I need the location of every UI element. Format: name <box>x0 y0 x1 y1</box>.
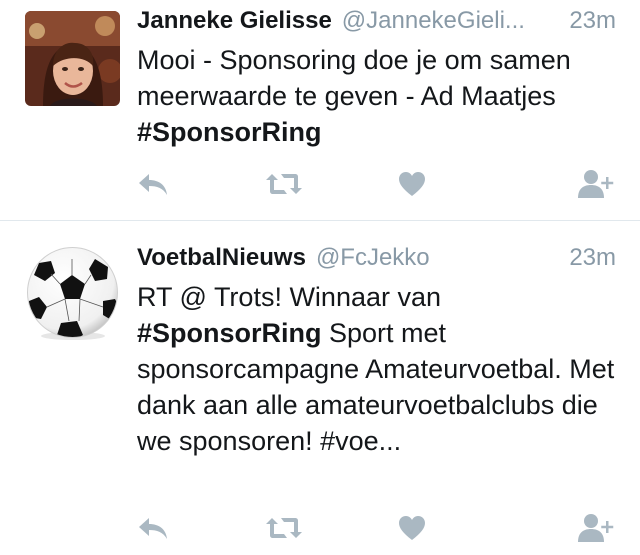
tweet-text-segment: RT @ Trots! Winnaar van <box>137 282 442 312</box>
follow-button[interactable] <box>574 508 618 548</box>
like-button[interactable] <box>390 164 434 204</box>
reply-icon <box>137 515 169 541</box>
tweet-actions <box>0 508 640 548</box>
avatar[interactable] <box>25 11 120 106</box>
hashtag-link[interactable]: #SponsorRing <box>137 117 322 147</box>
username[interactable]: @FcJekko <box>316 244 561 272</box>
tweet-actions <box>0 164 640 204</box>
tweet-text: Mooi - Sponsoring doe je om samen meerwa… <box>137 42 620 150</box>
tweet-header: VoetbalNieuws @FcJekko 23m <box>137 241 616 275</box>
hashtag-link[interactable]: #SponsorRing <box>137 318 322 348</box>
like-button[interactable] <box>390 508 434 548</box>
tweet-text: RT @ Trots! Winnaar van #SponsorRing Spo… <box>137 279 620 459</box>
retweet-button[interactable] <box>262 164 306 204</box>
retweet-button[interactable] <box>262 508 306 548</box>
timestamp[interactable]: 23m <box>569 244 616 272</box>
reply-button[interactable] <box>131 164 175 204</box>
follow-button[interactable] <box>574 164 618 204</box>
retweet-icon <box>265 172 303 196</box>
display-name[interactable]: Janneke Gielisse <box>137 7 332 35</box>
avatar[interactable] <box>25 245 120 340</box>
reply-icon <box>137 171 169 197</box>
heart-icon <box>398 171 426 197</box>
retweet-icon <box>265 516 303 540</box>
display-name[interactable]: VoetbalNieuws <box>137 244 306 272</box>
tweet-text-segment: Mooi - Sponsoring doe je om samen meerwa… <box>137 45 571 111</box>
follow-icon <box>578 169 614 199</box>
follow-icon <box>578 513 614 543</box>
reply-button[interactable] <box>131 508 175 548</box>
tweet[interactable]: Janneke Gielisse @JannekeGieli... 23m Mo… <box>0 0 640 220</box>
tweet-header: Janneke Gielisse @JannekeGieli... 23m <box>137 4 616 38</box>
timestamp[interactable]: 23m <box>569 7 616 35</box>
tweet[interactable]: VoetbalNieuws @FcJekko 23m RT @ Trots! W… <box>0 221 640 555</box>
heart-icon <box>398 515 426 541</box>
username[interactable]: @JannekeGieli... <box>342 7 562 35</box>
